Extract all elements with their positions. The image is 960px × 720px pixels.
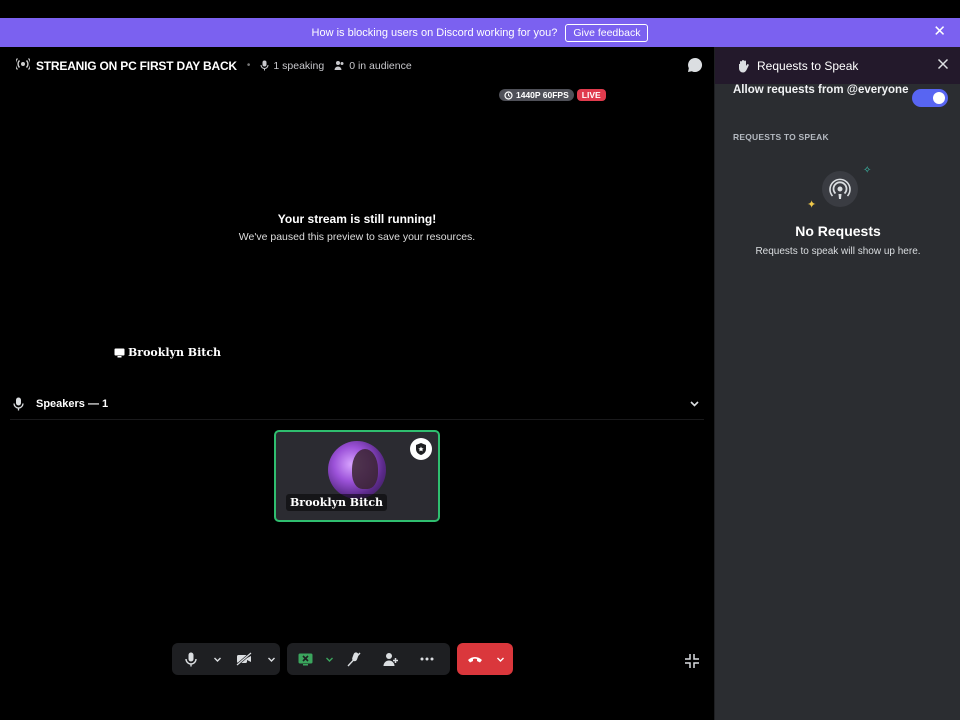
move-to-audience-button[interactable] [335,643,373,675]
audience-icon [334,61,344,70]
disconnect-controls [457,643,513,675]
speakers-section-header[interactable]: Speakers — 1 [0,389,714,419]
paused-subtitle: We've paused this preview to save your r… [238,231,476,243]
audio-controls [172,643,280,675]
paused-preview[interactable]: Your stream is still running! We've paus… [0,212,714,243]
chevron-down-icon [213,657,221,662]
camera-button[interactable] [224,643,264,675]
quality-text: 1440P 60FPS [516,90,569,100]
panel-header: Requests to Speak [715,47,960,84]
audience-text: 0 in audience [349,59,412,72]
hang-up-icon [468,657,482,663]
disconnect-options-button[interactable] [493,643,507,675]
speaker-tile[interactable]: Brooklyn Bitch [274,430,440,522]
chat-icon[interactable] [686,56,704,74]
live-badge: LIVE [576,89,606,101]
more-options-button[interactable] [409,643,445,675]
disconnect-button[interactable] [457,643,493,675]
paused-title: Your stream is still running! [277,212,437,226]
sparkle-icon: ✦ [807,199,817,211]
stream-badges: 1440P 60FPS LIVE [499,89,606,101]
collapse-icon [685,654,699,668]
chevron-down-icon [267,657,275,662]
close-icon[interactable] [937,58,949,70]
stage-empty-icon [822,171,858,207]
stop-stream-icon [298,653,312,665]
banner-text: How is blocking users on Discord working… [311,26,558,39]
raised-hand-icon [739,59,749,72]
camera-off-icon [236,652,252,666]
camera-options-button[interactable] [264,643,278,675]
stream-controls [287,643,450,675]
requests-section-heading: REQUESTS TO SPEAK [733,132,829,142]
audience-count: 0 in audience [334,59,412,72]
divider [10,419,704,420]
stage-header: STREANIG ON PC FIRST DAY BACK • 1 speaki… [0,47,714,84]
panel-title: Requests to Speak [757,58,859,73]
microphone-icon [185,652,197,666]
stage-channel-icon [14,57,32,74]
stream-quality-icon [504,90,513,100]
add-user-icon [383,652,398,666]
speaking-count: 1 speaking [260,60,324,72]
chevron-down-icon [690,401,699,407]
stream-options-button[interactable] [323,643,335,675]
allow-requests-toggle[interactable] [912,89,948,107]
chevron-down-icon [496,657,504,662]
banner-close-icon[interactable]: ✕ [933,24,946,39]
avatar [328,441,386,499]
invite-button[interactable] [373,643,409,675]
give-feedback-button[interactable]: Give feedback [565,23,649,42]
sparkle-icon: ✧ [863,165,872,176]
top-strip [0,0,960,18]
allow-requests-label: Allow requests from @everyone [733,84,909,96]
speaking-text: 1 speaking [273,59,325,72]
screen-icon [114,348,125,357]
mute-button[interactable] [172,643,210,675]
stage-title: STREANIG ON PC FIRST DAY BACK [36,58,237,73]
mic-options-button[interactable] [210,643,224,675]
streamer-label: Brooklyn Bitch [114,346,221,359]
header-separator: • [246,60,251,71]
mic-icon [13,397,24,411]
more-dots-icon [420,657,434,661]
mic-slash-icon [347,652,361,667]
stage-area: STREANIG ON PC FIRST DAY BACK • 1 speaki… [0,47,714,720]
chevron-down-icon [325,657,333,662]
quality-badge: 1440P 60FPS [499,89,574,101]
empty-state-title: No Requests [795,223,881,239]
requests-panel: Requests to Speak Allow requests from @e… [714,47,960,720]
moderator-shield-icon [410,438,432,460]
speakers-label: Speakers — 1 [36,398,109,410]
exit-fullscreen-button[interactable] [684,653,700,674]
streamer-name: Brooklyn Bitch [128,346,222,359]
empty-state-subtitle: Requests to speak will show up here. [755,246,921,257]
mic-small-icon [260,60,269,71]
screen-share-button[interactable] [287,643,323,675]
speaker-name: Brooklyn Bitch [286,494,388,511]
feedback-banner: How is blocking users on Discord working… [0,18,960,47]
